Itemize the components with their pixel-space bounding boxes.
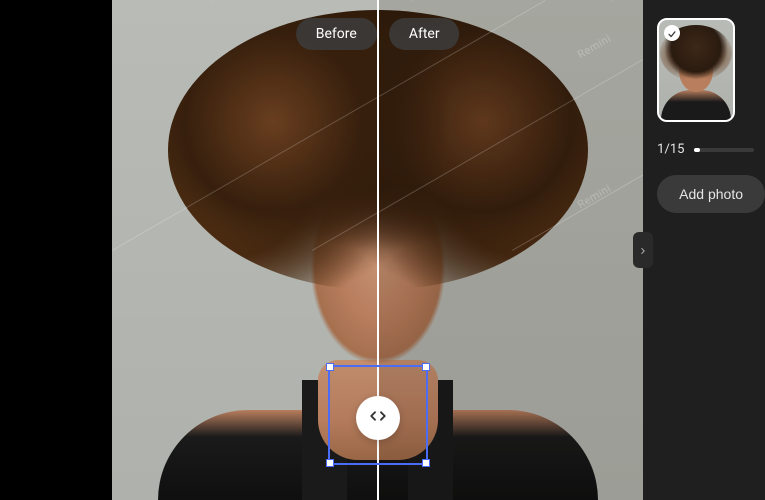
photo-counter: 1/15 <box>657 142 684 157</box>
photo-thumbnail[interactable] <box>657 18 735 122</box>
before-label: Before <box>296 18 377 50</box>
crop-handle-bottom-right[interactable] <box>422 459 430 467</box>
comparison-slider-handle[interactable] <box>356 396 400 440</box>
crop-handle-bottom-left[interactable] <box>326 459 334 467</box>
check-icon <box>667 24 677 43</box>
crop-handle-top-left[interactable] <box>326 363 334 371</box>
crop-handle-top-right[interactable] <box>422 363 430 371</box>
left-black-bar <box>0 0 112 500</box>
photo-counter-row: 1/15 <box>657 142 765 157</box>
chevron-right-icon <box>638 241 648 260</box>
after-label: After <box>389 18 460 50</box>
add-photo-button[interactable]: Add photo <box>657 175 765 213</box>
comparison-labels: Before After <box>296 18 460 50</box>
photo-progress-track[interactable] <box>694 148 754 152</box>
photo-comparison-view: Remini Remini Before After <box>112 0 643 500</box>
sidebar-collapse-button[interactable] <box>633 232 653 268</box>
slider-arrows-icon <box>369 407 387 429</box>
right-sidebar: 1/15 Add photo <box>643 0 765 500</box>
photo-progress-fill <box>694 148 700 152</box>
